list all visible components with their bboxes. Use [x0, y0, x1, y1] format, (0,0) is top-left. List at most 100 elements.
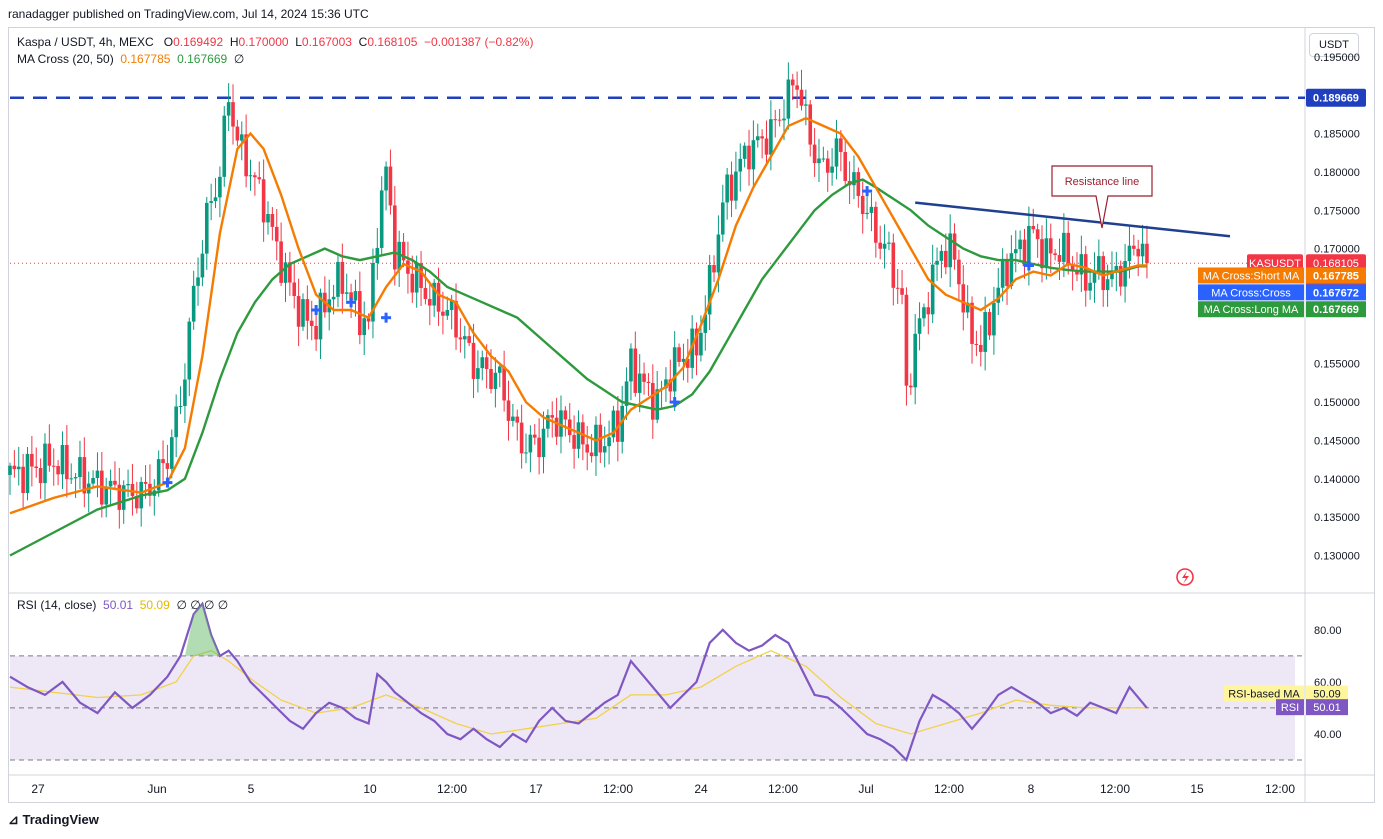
candle-body [222, 115, 227, 177]
candle-body [970, 302, 974, 344]
candle-body [874, 206, 878, 243]
candle-body [209, 201, 213, 203]
candle-body [95, 470, 100, 479]
candle-body [738, 158, 743, 172]
chart-canvas[interactable]: 0.195000 0.185000 0.180000 0.175000 0.170000… [0, 0, 1383, 839]
candle-body [878, 242, 883, 249]
candle-body [25, 453, 30, 494]
candle-body [1013, 249, 1018, 254]
candle-body [65, 444, 69, 480]
candle-body [729, 174, 734, 201]
candle-body [576, 422, 581, 449]
candle-body [524, 452, 528, 454]
candle-body [563, 410, 568, 420]
rsi-tick-label: 40.00 [1314, 729, 1342, 741]
candle-body [633, 348, 638, 393]
candle-body [773, 119, 778, 121]
candle-body [943, 250, 948, 268]
candle-body [1062, 232, 1066, 262]
candle-body [760, 136, 764, 139]
candle-body [305, 299, 310, 321]
candle-body [226, 102, 231, 116]
candle-body [471, 342, 476, 379]
candle-body [804, 104, 808, 106]
ma-cross-marker [381, 312, 392, 323]
candle-body [843, 151, 848, 181]
candle-body [672, 347, 677, 392]
candle-body [646, 381, 651, 384]
candle-body [78, 457, 82, 478]
resistance-trendline [915, 201, 1231, 238]
candle-body [1040, 239, 1044, 269]
candle-body [978, 344, 983, 352]
candle-body [602, 446, 607, 453]
ma-cross-marker [162, 477, 173, 488]
rsi-value-text: 50.09 [1313, 689, 1341, 701]
candle-body [699, 332, 703, 356]
candle-body [764, 138, 769, 155]
candle-body [43, 443, 47, 484]
time-tick-label: 24 [694, 782, 708, 796]
candle-body [187, 321, 192, 380]
candle-body [546, 415, 550, 429]
candle-body [1127, 245, 1132, 262]
candle-body [904, 294, 909, 386]
candle-body [519, 422, 524, 454]
candle-body [218, 176, 222, 198]
candle-body [528, 434, 533, 453]
candle-body [952, 233, 957, 260]
price-tick-label: 0.175000 [1314, 205, 1360, 217]
candle-body [69, 478, 74, 480]
alert-flash-icon [1176, 568, 1194, 586]
candle-body [755, 136, 760, 141]
candle-body [961, 284, 966, 313]
ma-name-text: MA Cross:Short MA [1203, 270, 1300, 282]
candle-body [126, 483, 130, 486]
candle-body [489, 368, 493, 389]
candle-body [860, 195, 865, 215]
candle-body [257, 177, 262, 180]
time-tick-label: 12:00 [1100, 782, 1130, 796]
price-tick-label: 0.185000 [1314, 129, 1360, 141]
candle-body [782, 118, 786, 121]
candle-body [235, 126, 240, 141]
candle-body [830, 166, 834, 173]
candle-body [992, 302, 996, 336]
rsi-value-text: 50.01 [1313, 702, 1341, 714]
candle-body [476, 368, 480, 379]
candle-body [957, 259, 961, 285]
candle-body [900, 288, 904, 295]
candle-body [1000, 260, 1005, 288]
candle-body [1101, 256, 1106, 291]
candle-body [1057, 255, 1062, 262]
candle-body [825, 158, 830, 173]
candle-body [790, 79, 795, 86]
candle-body [104, 486, 109, 505]
candle-body [274, 226, 279, 242]
ma-name-text: MA Cross:Long MA [1204, 304, 1299, 316]
time-tick-label: 5 [248, 782, 255, 796]
candle-body [441, 311, 445, 316]
candle-body [747, 145, 751, 170]
ma-value-text: 0.167669 [1313, 304, 1359, 316]
candle-body [388, 166, 393, 206]
candle-body [178, 406, 183, 408]
price-tick-label: 0.130000 [1314, 550, 1360, 562]
candle-body [930, 264, 935, 315]
candle-body [1123, 261, 1127, 287]
candle-body [550, 415, 555, 418]
candle-body [572, 435, 576, 449]
candle-body [497, 366, 502, 373]
price-tick-label: 0.150000 [1314, 397, 1360, 409]
candle-body [296, 296, 301, 327]
candle-body [60, 444, 65, 475]
long-ma-line [9, 178, 1147, 557]
candle-body [423, 287, 428, 299]
candle-body [751, 140, 756, 170]
candle-body [449, 300, 454, 311]
candle-body [882, 243, 887, 249]
candle-body [414, 263, 419, 293]
candle-body [161, 459, 165, 464]
time-tick-label: 12:00 [1265, 782, 1295, 796]
candle-body [1027, 225, 1031, 267]
